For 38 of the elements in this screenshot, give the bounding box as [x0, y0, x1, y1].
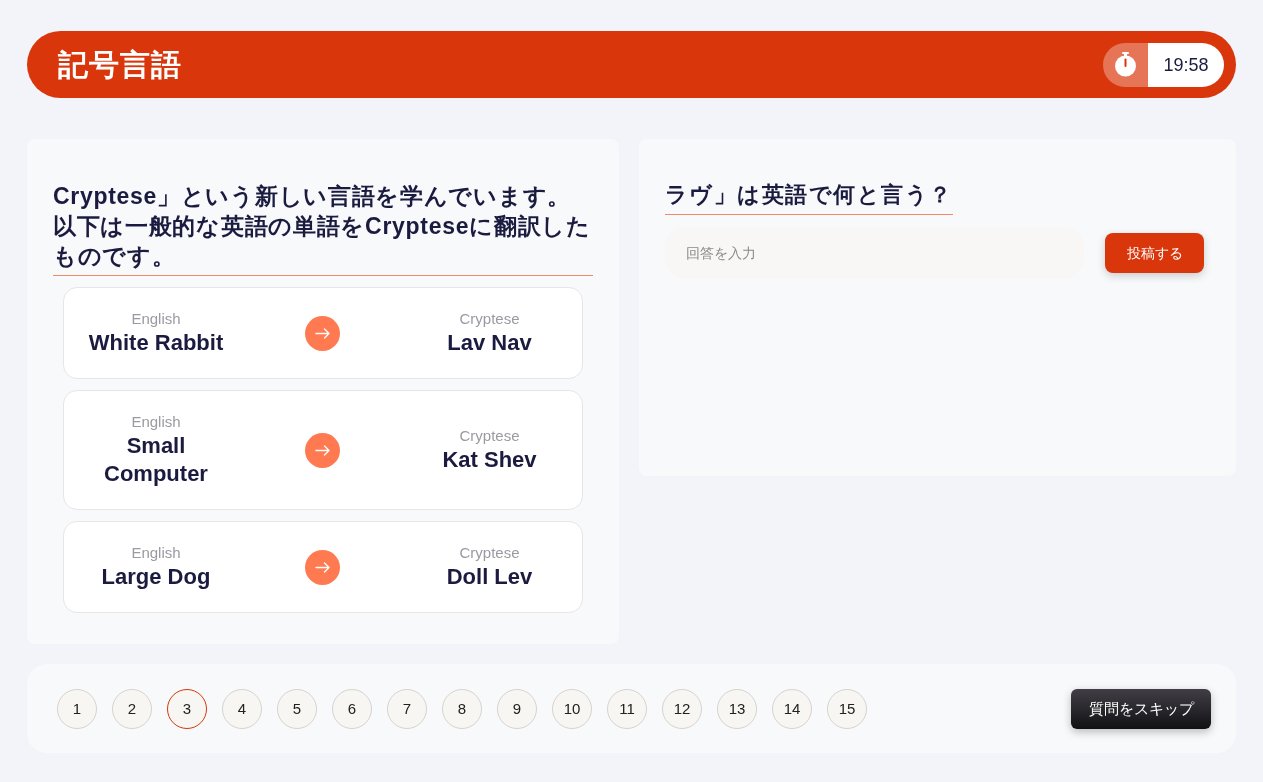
instruction-text: Cryptese」という新しい言語を学んでいます。以下は一般的な英語の単語をCrypteseに翻訳したものです。: [53, 181, 593, 276]
cryptese-phrase: Lav Nav: [446, 329, 533, 357]
cryptese-phrase: Doll Lev: [445, 563, 534, 591]
page-number-button[interactable]: 12: [662, 689, 702, 729]
answer-field[interactable]: 回答を入力: [664, 227, 1084, 279]
page-number-button[interactable]: 3: [167, 689, 207, 729]
language-label: English: [130, 309, 182, 329]
english-phrase: Large Dog: [100, 563, 212, 591]
english-phrase: Small Computer: [103, 432, 209, 488]
page-number-button[interactable]: 1: [57, 689, 97, 729]
page-number-button[interactable]: 9: [497, 689, 537, 729]
language-label: Cryptese: [458, 426, 521, 446]
question-text: ラヴ」は英語で何と言う？: [664, 181, 953, 215]
language-label: Cryptese: [458, 309, 521, 329]
page-number-button[interactable]: 13: [717, 689, 757, 729]
page-number-button[interactable]: 7: [387, 689, 427, 729]
page-number-button[interactable]: 15: [827, 689, 867, 729]
page-number-button[interactable]: 4: [222, 689, 262, 729]
language-label: English: [130, 412, 182, 432]
page-number-button[interactable]: 5: [277, 689, 317, 729]
page-number-button[interactable]: 6: [332, 689, 372, 729]
stopwatch-icon: [1103, 42, 1148, 87]
page-number-button[interactable]: 14: [772, 689, 812, 729]
page-number-button[interactable]: 10: [552, 689, 592, 729]
page-number-button[interactable]: 11: [607, 689, 647, 729]
arrow-right-icon: [305, 432, 341, 468]
arrow-right-icon: [305, 315, 341, 351]
page-title: 記号言語: [58, 46, 182, 83]
english-phrase: White Rabbit: [87, 329, 225, 357]
page-number-button[interactable]: 8: [442, 689, 482, 729]
cryptese-phrase: Kat Shev: [441, 446, 538, 474]
skip-question-button[interactable]: 質問をスキップ: [1071, 689, 1211, 729]
timer-text: 19:58: [1148, 42, 1224, 87]
arrow-right-icon: [305, 549, 341, 585]
language-label: English: [130, 543, 182, 563]
submit-button[interactable]: 投稿する: [1105, 233, 1204, 273]
language-label: Cryptese: [458, 543, 521, 563]
page-number-button[interactable]: 2: [112, 689, 152, 729]
